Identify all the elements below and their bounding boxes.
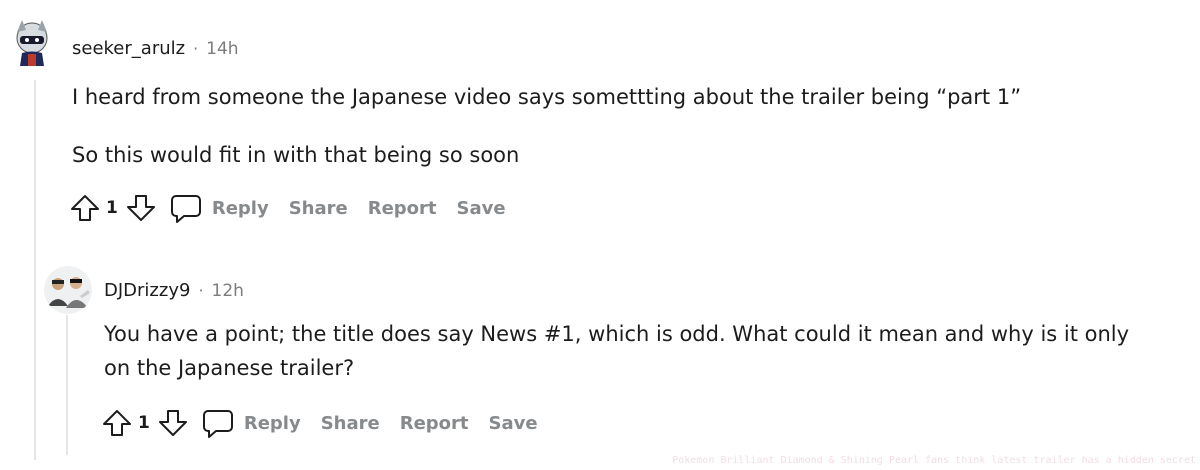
share-button[interactable]: Share (289, 198, 348, 219)
comment-1-actions: 1 Reply Share Report Save (68, 188, 506, 228)
report-button[interactable]: Report (368, 198, 437, 219)
comment-bubble-icon[interactable] (168, 190, 204, 226)
downvote-icon[interactable] (124, 191, 158, 225)
report-button[interactable]: Report (400, 413, 469, 434)
comment-2-actions: 1 Reply Share Report Save (100, 403, 538, 443)
upvote-icon[interactable] (100, 406, 134, 440)
timestamp[interactable]: 14h (206, 39, 238, 59)
avatar-photo-icon (44, 266, 92, 314)
comment-2-paragraph-1: You have a point; the title does say New… (104, 322, 1130, 346)
reply-button[interactable]: Reply (244, 413, 301, 434)
comment-2-meta: DJDrizzy9 · 12h (104, 280, 244, 301)
separator-dot: · (193, 39, 199, 58)
username[interactable]: DJDrizzy9 (104, 280, 190, 301)
comment-1-paragraph-2: So this would fit in with that being so … (72, 143, 520, 167)
comment-2-paragraph-2: on the Japanese trailer? (104, 356, 355, 380)
comment-1-paragraph-1: I heard from someone the Japanese video … (72, 85, 1022, 109)
save-button[interactable]: Save (489, 413, 538, 434)
username[interactable]: seeker_arulz (72, 38, 185, 59)
thread-line-reply[interactable] (66, 315, 68, 455)
comment-1-meta: seeker_arulz · 14h (72, 38, 239, 59)
save-button[interactable]: Save (457, 198, 506, 219)
upvote-icon[interactable] (68, 191, 102, 225)
downvote-icon[interactable] (156, 406, 190, 440)
separator-dot: · (198, 281, 204, 300)
avatar[interactable] (4, 14, 60, 70)
share-button[interactable]: Share (321, 413, 380, 434)
comment-bubble-icon[interactable] (200, 405, 236, 441)
reply-button[interactable]: Reply (212, 198, 269, 219)
watermark-text: Pokemon Brilliant Diamond & Shining Pear… (672, 455, 1196, 466)
avatar[interactable] (44, 266, 92, 314)
thread-line-main[interactable] (34, 80, 36, 460)
vote-count: 1 (106, 198, 118, 218)
timestamp[interactable]: 12h (212, 281, 244, 301)
vote-count: 1 (138, 413, 150, 433)
avatar-snoo-icon (4, 14, 60, 70)
